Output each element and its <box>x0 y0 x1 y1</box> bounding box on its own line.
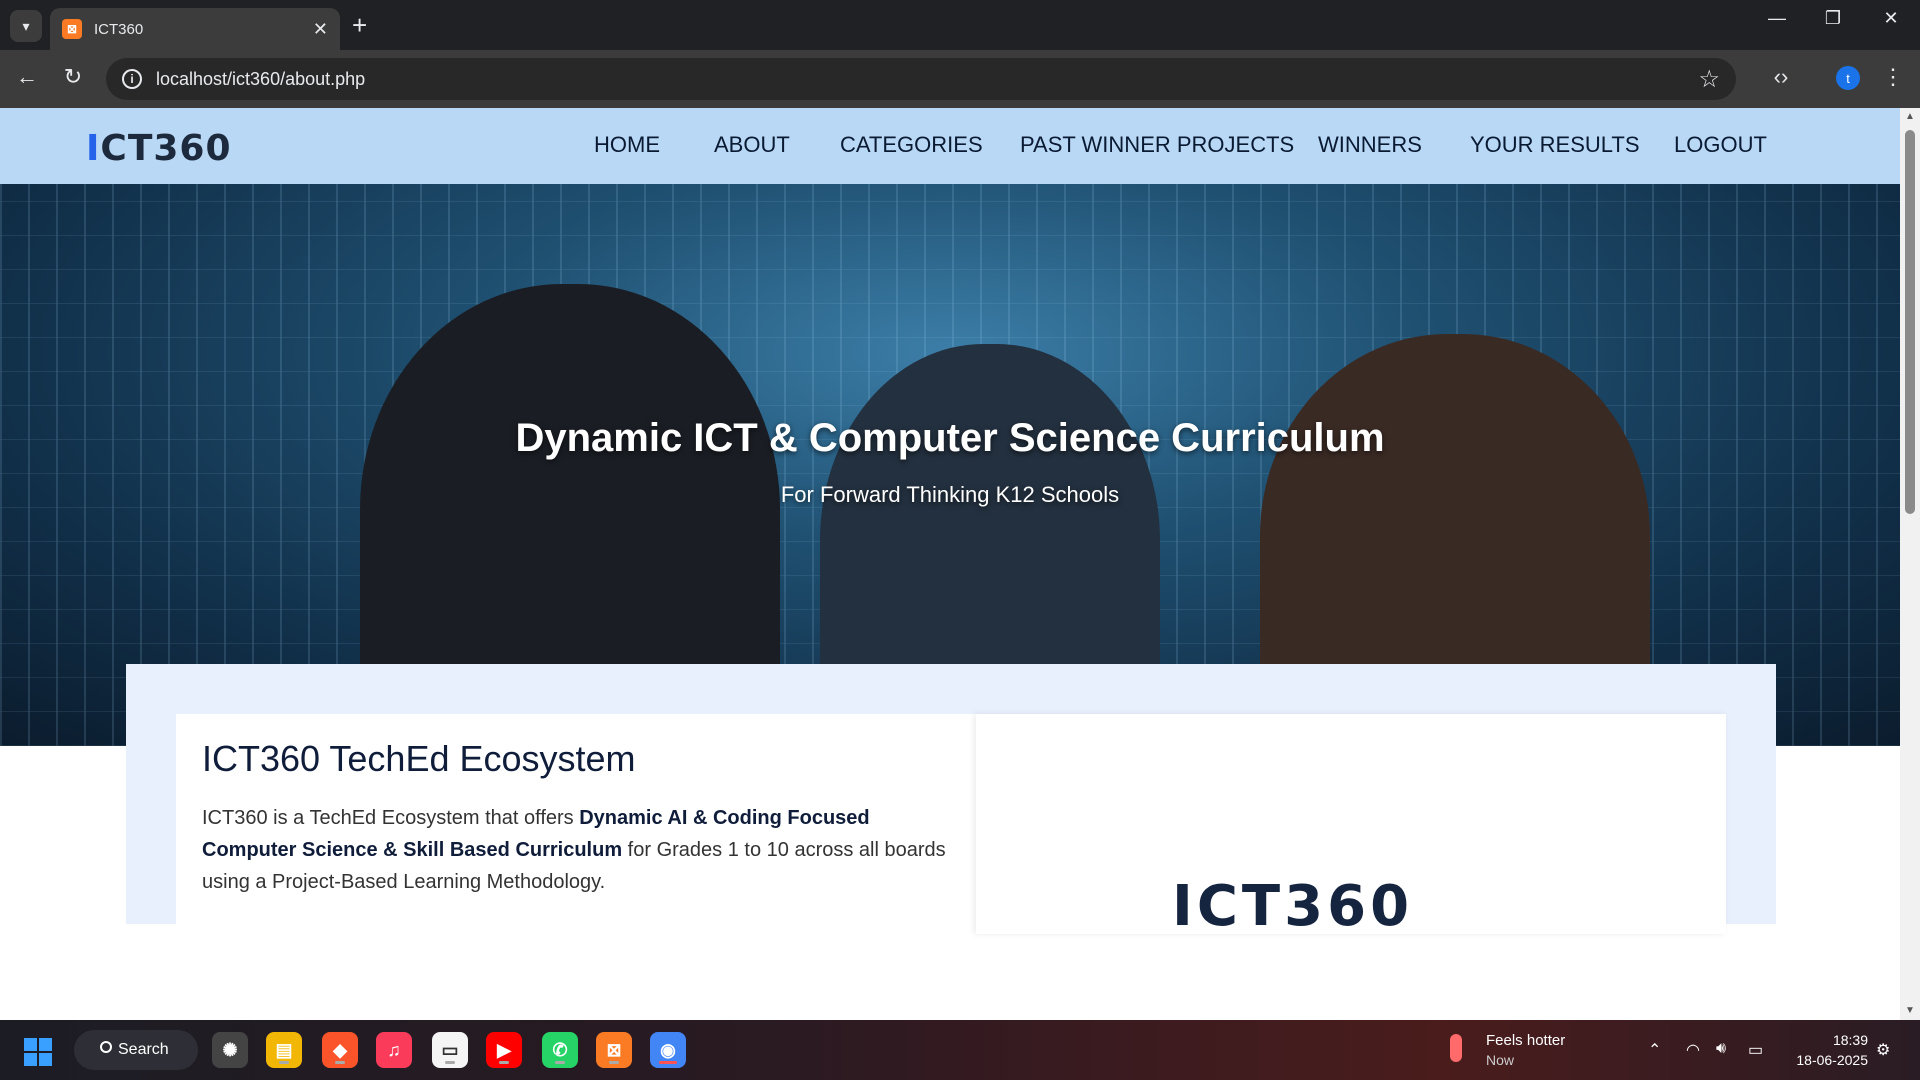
scroll-thumb[interactable] <box>1905 130 1915 514</box>
menu-past-winner-projects[interactable]: PAST WINNER PROJECTS <box>1020 132 1294 158</box>
chatgpt-icon[interactable]: ✺ <box>212 1032 248 1068</box>
site-logo[interactable]: ICT360 <box>86 128 232 169</box>
battery-icon[interactable]: ▭ <box>1748 1040 1763 1060</box>
tab-search-button[interactable]: ▾ <box>10 10 42 42</box>
hero-subtitle: For Forward Thinking K12 Schools <box>780 482 1120 507</box>
chrome-icon[interactable]: ◉ <box>650 1032 686 1068</box>
site-navbar: ICT360 HOME ABOUT CATEGORIES PAST WINNER… <box>0 108 1900 184</box>
restore-icon[interactable]: ❐ <box>1818 8 1848 29</box>
minimize-icon[interactable]: — <box>1762 8 1792 29</box>
windows-taskbar: Search ✺ ▤ ◆ ♫ ▭ ▶ ✆ ⊠ ◉ Feels hotter No… <box>0 1020 1920 1080</box>
search-icon <box>100 1041 112 1053</box>
hero-title: Dynamic ICT & Computer Science Curriculu… <box>515 416 1385 460</box>
back-icon[interactable]: ← <box>12 64 42 90</box>
bookmark-star-icon[interactable]: ☆ <box>1698 65 1720 94</box>
about-paragraph: ICT360 is a TechEd Ecosystem that offers… <box>202 807 946 893</box>
notes-icon[interactable]: ▭ <box>432 1032 468 1068</box>
chevron-up-icon[interactable]: ⌃ <box>1648 1040 1661 1060</box>
about-image-card: ICT360 <box>976 714 1726 939</box>
volume-icon[interactable]: 🔊︎ <box>1716 1040 1726 1058</box>
browser-toolbar: ← ↻ i localhost/ict360/about.php ☆ ‹› t … <box>0 50 1920 108</box>
scroll-up-icon[interactable]: ▲ <box>1900 108 1920 126</box>
close-window-icon[interactable]: ✕ <box>1876 8 1906 29</box>
menu-your-results[interactable]: YOUR RESULTS <box>1470 132 1640 158</box>
search-label: Search <box>118 1041 169 1058</box>
page-scrollbar[interactable]: ▲ ▼ <box>1900 108 1920 1020</box>
hero-banner: Dynamic ICT & Computer Science Curriculu… <box>0 184 1900 746</box>
address-bar[interactable]: i localhost/ict360/about.php ☆ <box>106 58 1736 100</box>
weather-title: Feels hotter <box>1486 1032 1566 1049</box>
menu-winners[interactable]: WINNERS <box>1318 132 1422 158</box>
clock-date: 18-06-2025 <box>1796 1052 1868 1068</box>
url-text[interactable]: localhost/ict360/about.php <box>156 69 1698 90</box>
weather-subtitle: Now <box>1486 1052 1515 1068</box>
browser-tab[interactable]: ⊠ ICT360 ✕ <box>50 8 340 50</box>
about-heading: ICT360 TechEd Ecosystem <box>202 738 636 779</box>
music-icon[interactable]: ♫ <box>376 1032 412 1068</box>
scroll-down-icon[interactable]: ▼ <box>1900 1002 1920 1020</box>
menu-about[interactable]: ABOUT <box>714 132 790 158</box>
file-explorer-icon[interactable]: ▤ <box>266 1032 302 1068</box>
tab-close-icon[interactable]: ✕ <box>313 19 328 40</box>
ict360-logo-image: ICT360 <box>1172 874 1414 939</box>
about-section: ICT360 TechEd Ecosystem ICT360 is a Tech… <box>126 664 1776 939</box>
menu-logout[interactable]: LOGOUT <box>1674 132 1767 158</box>
browser-tab-bar: ▾ ⊠ ICT360 ✕ + — ❐ ✕ <box>0 0 1920 50</box>
notification-icon[interactable]: ⚙ <box>1876 1040 1890 1060</box>
whatsapp-icon[interactable]: ✆ <box>542 1032 578 1068</box>
clock-time: 18:39 <box>1832 1032 1868 1048</box>
taskbar-search[interactable]: Search <box>74 1030 198 1070</box>
wifi-icon[interactable]: ◠ <box>1686 1040 1700 1060</box>
site-info-icon[interactable]: i <box>122 69 142 89</box>
new-tab-button[interactable]: + <box>352 10 367 40</box>
tab-title: ICT360 <box>94 20 144 38</box>
thermometer-icon <box>1450 1034 1462 1062</box>
page-viewport: ICT360 HOME ABOUT CATEGORIES PAST WINNER… <box>0 108 1920 1020</box>
menu-home[interactable]: HOME <box>594 132 660 158</box>
xampp-icon[interactable]: ⊠ <box>596 1032 632 1068</box>
windows-start-icon[interactable] <box>24 1038 52 1066</box>
devtools-icon[interactable]: ‹› <box>1766 64 1796 90</box>
profile-avatar[interactable]: t <box>1836 66 1860 90</box>
clock[interactable]: 18:39 18-06-2025 <box>1786 1030 1868 1070</box>
reload-icon[interactable]: ↻ <box>58 64 88 90</box>
brave-icon[interactable]: ◆ <box>322 1032 358 1068</box>
about-text-card: ICT360 TechEd Ecosystem ICT360 is a Tech… <box>176 714 976 934</box>
youtube-icon[interactable]: ▶ <box>486 1032 522 1068</box>
tab-favicon-icon: ⊠ <box>62 19 82 39</box>
menu-kebab-icon[interactable]: ⋮ <box>1878 64 1908 90</box>
menu-categories[interactable]: CATEGORIES <box>840 132 983 158</box>
